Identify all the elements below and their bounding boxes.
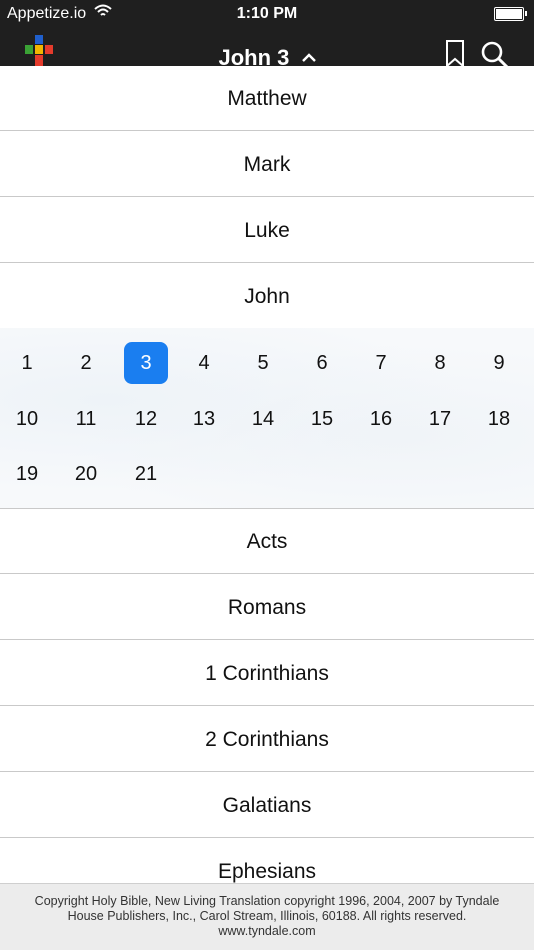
book-row-john[interactable]: John	[0, 264, 534, 329]
chapter-11[interactable]: 11	[64, 398, 108, 440]
status-time: 1:10 PM	[236, 5, 298, 22]
copyright-line-1: Copyright Holy Bible, New Living Transla…	[34, 894, 500, 908]
chapter-10[interactable]: 10	[5, 398, 49, 440]
book-row-romans[interactable]: Romans	[0, 575, 534, 640]
chapter-20[interactable]: 20	[64, 453, 108, 495]
chapter-3-selected[interactable]: 3	[124, 342, 168, 384]
chapter-9[interactable]: 9	[477, 342, 521, 384]
chapter-2[interactable]: 2	[64, 342, 108, 384]
chapter-13[interactable]: 13	[182, 398, 226, 440]
chapter-8[interactable]: 8	[418, 342, 462, 384]
book-row-matthew[interactable]: Matthew	[0, 66, 534, 131]
book-row-galatians[interactable]: Galatians	[0, 773, 534, 838]
chapter-7[interactable]: 7	[359, 342, 403, 384]
copyright-footer: Copyright Holy Bible, New Living Transla…	[0, 883, 534, 950]
chapter-16[interactable]: 16	[359, 398, 403, 440]
chapter-12[interactable]: 12	[124, 398, 168, 440]
book-row-mark[interactable]: Mark	[0, 132, 534, 197]
book-row-acts[interactable]: Acts	[0, 509, 534, 574]
chapter-4[interactable]: 4	[182, 342, 226, 384]
chapter-18[interactable]: 18	[477, 398, 521, 440]
battery-icon	[494, 7, 527, 21]
chapter-15[interactable]: 15	[300, 398, 344, 440]
chapter-21[interactable]: 21	[124, 453, 168, 495]
copyright-line-2: House Publishers, Inc., Carol Stream, Il…	[67, 909, 467, 923]
chapter-6[interactable]: 6	[300, 342, 344, 384]
chapter-1[interactable]: 1	[5, 342, 49, 384]
chevron-up-icon	[301, 53, 316, 62]
status-bar: Appetize.io 1:10 PM	[0, 0, 534, 28]
book-row-2-corinthians[interactable]: 2 Corinthians	[0, 707, 534, 772]
book-row-luke[interactable]: Luke	[0, 198, 534, 263]
chapter-5[interactable]: 5	[241, 342, 285, 384]
chapter-grid: 1 2 3 4 5 6 7 8 9 10 11 12 13 14 15 16 1…	[0, 328, 534, 509]
chapter-14[interactable]: 14	[241, 398, 285, 440]
book-row-1-corinthians[interactable]: 1 Corinthians	[0, 641, 534, 706]
chapter-17[interactable]: 17	[418, 398, 462, 440]
chapter-19[interactable]: 19	[5, 453, 49, 495]
bookmark-icon[interactable]	[445, 40, 465, 68]
copyright-link[interactable]: www.tyndale.com	[8, 924, 526, 939]
